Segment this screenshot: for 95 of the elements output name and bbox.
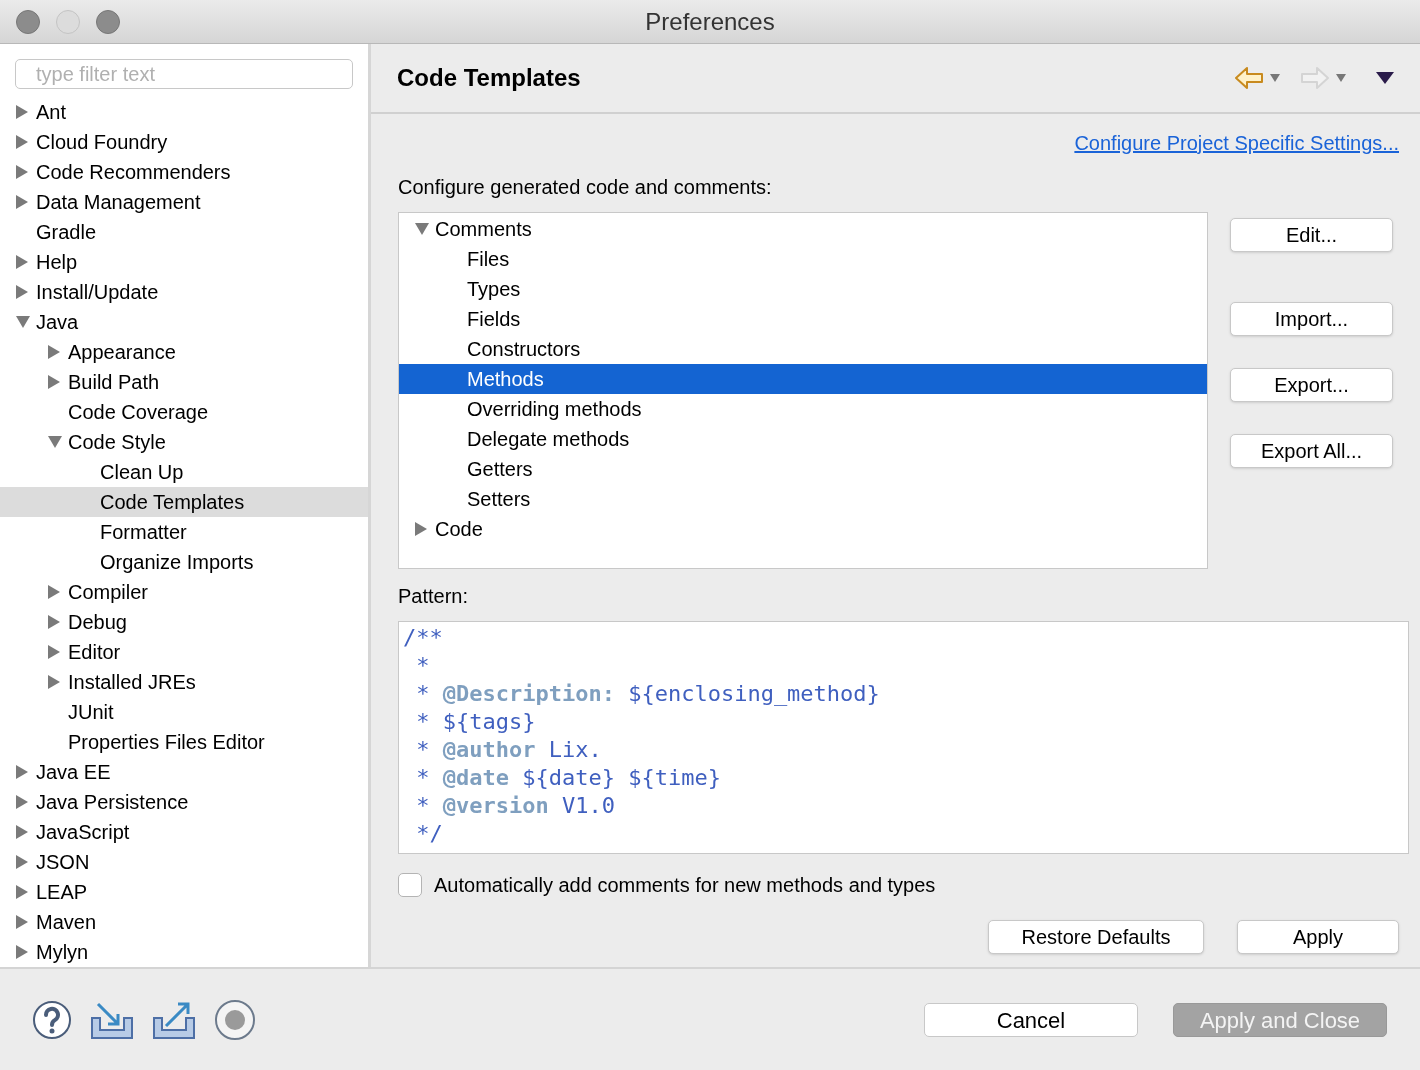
collapsed-triangle-icon[interactable] bbox=[16, 285, 28, 299]
collapsed-triangle-icon[interactable] bbox=[16, 915, 28, 929]
template-item[interactable]: Setters bbox=[399, 484, 1207, 514]
project-settings-link[interactable]: Configure Project Specific Settings... bbox=[1074, 128, 1399, 158]
template-item[interactable]: Getters bbox=[399, 454, 1207, 484]
filter-field[interactable]: type filter text bbox=[15, 59, 353, 89]
template-item[interactable]: Methods bbox=[399, 364, 1207, 394]
tree-item[interactable]: Code Recommenders bbox=[0, 157, 368, 187]
pattern-line: * bbox=[415, 652, 430, 680]
window-title: Preferences bbox=[645, 6, 775, 37]
template-item[interactable]: Comments bbox=[399, 214, 1207, 244]
template-item[interactable]: Files bbox=[399, 244, 1207, 274]
record-icon[interactable] bbox=[214, 998, 256, 1041]
dropdown-caret-icon[interactable] bbox=[1270, 74, 1280, 82]
collapsed-triangle-icon[interactable] bbox=[16, 885, 28, 899]
collapsed-triangle-icon[interactable] bbox=[48, 615, 60, 629]
template-item[interactable]: Types bbox=[399, 274, 1207, 304]
page-title: Code Templates bbox=[397, 63, 581, 93]
tree-item[interactable]: Code Templates bbox=[0, 487, 368, 517]
intro-text: Configure generated code and comments: bbox=[398, 175, 773, 200]
collapsed-triangle-icon[interactable] bbox=[16, 135, 28, 149]
tree-item[interactable]: Data Management bbox=[0, 187, 368, 217]
tree-item[interactable]: Properties Files Editor bbox=[0, 727, 368, 757]
pattern-editor[interactable]: /** * * @Description: ${enclosing_method} * ${tags} * @author Lix. * @date ${date} ${time} * @version V1.0 */ bbox=[398, 621, 1409, 854]
tree-item[interactable]: Gradle bbox=[0, 217, 368, 247]
tree-item[interactable]: Ant bbox=[0, 97, 368, 127]
tree-item[interactable]: Debug bbox=[0, 607, 368, 637]
zoom-window-button[interactable] bbox=[96, 9, 120, 34]
tree-item[interactable]: Java EE bbox=[0, 757, 368, 787]
tree-item[interactable]: Java Persistence bbox=[0, 787, 368, 817]
expanded-triangle-icon[interactable] bbox=[16, 316, 30, 328]
tree-item[interactable]: JUnit bbox=[0, 697, 368, 727]
collapsed-triangle-icon[interactable] bbox=[16, 195, 28, 209]
template-item[interactable]: Constructors bbox=[399, 334, 1207, 364]
collapsed-triangle-icon[interactable] bbox=[16, 165, 28, 179]
template-item[interactable]: Overriding methods bbox=[399, 394, 1207, 424]
expanded-triangle-icon[interactable] bbox=[48, 436, 62, 448]
view-menu-icon[interactable] bbox=[1376, 72, 1394, 84]
tree-item[interactable]: JavaScript bbox=[0, 817, 368, 847]
dropdown-caret-icon[interactable] bbox=[1336, 74, 1346, 82]
collapsed-triangle-icon[interactable] bbox=[48, 345, 60, 359]
collapsed-triangle-icon[interactable] bbox=[16, 255, 28, 269]
tree-item[interactable]: Cloud Foundry bbox=[0, 127, 368, 157]
side-button[interactable]: Export All... bbox=[1230, 434, 1393, 468]
action-button[interactable]: Restore Defaults bbox=[988, 920, 1204, 954]
collapsed-triangle-icon[interactable] bbox=[16, 945, 28, 959]
footer-button[interactable]: Cancel bbox=[924, 1002, 1138, 1037]
tree-item[interactable]: Installed JREs bbox=[0, 667, 368, 697]
tree-item[interactable]: Editor bbox=[0, 637, 368, 667]
tree-item[interactable]: Code Style bbox=[0, 427, 368, 457]
pattern-line: * ${tags} bbox=[415, 708, 536, 736]
tree-item[interactable]: Clean Up bbox=[0, 457, 368, 487]
side-button[interactable]: Edit... bbox=[1230, 218, 1393, 252]
close-window-button[interactable] bbox=[16, 9, 40, 34]
pattern-line: * @author Lix. bbox=[415, 736, 602, 764]
collapsed-triangle-icon[interactable] bbox=[16, 795, 28, 809]
collapsed-triangle-icon[interactable] bbox=[48, 585, 60, 599]
collapsed-triangle-icon[interactable] bbox=[415, 522, 427, 536]
tree-item[interactable]: Organize Imports bbox=[0, 547, 368, 577]
tree-item[interactable]: Formatter bbox=[0, 517, 368, 547]
template-item[interactable]: Delegate methods bbox=[399, 424, 1207, 454]
back-arrow-icon[interactable] bbox=[1234, 66, 1264, 90]
tree-item[interactable]: Help bbox=[0, 247, 368, 277]
collapsed-triangle-icon[interactable] bbox=[16, 105, 28, 119]
side-button[interactable]: Import... bbox=[1230, 302, 1393, 336]
action-button[interactable]: Apply bbox=[1237, 920, 1399, 954]
tree-item[interactable]: LEAP bbox=[0, 877, 368, 907]
collapsed-triangle-icon[interactable] bbox=[16, 825, 28, 839]
tree-item[interactable]: Build Path bbox=[0, 367, 368, 397]
tree-item[interactable]: Appearance bbox=[0, 337, 368, 367]
collapsed-triangle-icon[interactable] bbox=[16, 855, 28, 869]
help-icon[interactable] bbox=[32, 999, 72, 1040]
tree-item[interactable]: Code Coverage bbox=[0, 397, 368, 427]
pattern-line: * @Description: ${enclosing_method} bbox=[415, 680, 880, 708]
checkbox[interactable] bbox=[398, 873, 422, 897]
tree-item[interactable]: Install/Update bbox=[0, 277, 368, 307]
tree-item[interactable]: Mylyn bbox=[0, 937, 368, 967]
pattern-label: Pattern: bbox=[398, 584, 470, 609]
pattern-line: * @date ${date} ${time} bbox=[415, 764, 721, 792]
checkbox-label: Automatically add comments for new methods and types bbox=[434, 873, 936, 898]
collapsed-triangle-icon[interactable] bbox=[16, 765, 28, 779]
template-item[interactable]: Code bbox=[399, 514, 1207, 544]
pattern-line: * @version V1.0 bbox=[415, 792, 615, 820]
tree-item[interactable]: Java bbox=[0, 307, 368, 337]
collapsed-triangle-icon[interactable] bbox=[48, 375, 60, 389]
expanded-triangle-icon[interactable] bbox=[415, 223, 429, 235]
tree-item[interactable]: Maven bbox=[0, 907, 368, 937]
collapsed-triangle-icon[interactable] bbox=[48, 675, 60, 689]
template-item[interactable]: Fields bbox=[399, 304, 1207, 334]
side-button[interactable]: Export... bbox=[1230, 368, 1393, 402]
tree-item[interactable]: Compiler bbox=[0, 577, 368, 607]
tree-item[interactable]: JSON bbox=[0, 847, 368, 877]
pattern-line: */ bbox=[415, 820, 443, 848]
pattern-line: /** bbox=[403, 624, 443, 652]
collapsed-triangle-icon[interactable] bbox=[48, 645, 60, 659]
